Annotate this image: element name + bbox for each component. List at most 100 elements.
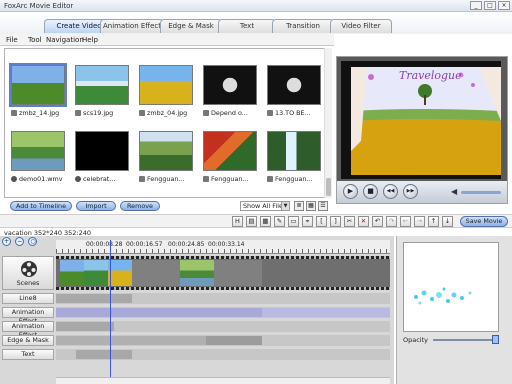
opacity-slider[interactable] xyxy=(433,339,497,341)
timeline-tool-button[interactable]: ⌖ xyxy=(302,216,313,227)
remove-button[interactable]: Remove xyxy=(120,201,160,211)
redo-icon[interactable]: ↷ xyxy=(386,216,397,227)
scenes-track-label: Scenes xyxy=(2,256,54,290)
animation-track-2[interactable] xyxy=(56,321,390,332)
track-clip[interactable] xyxy=(262,308,390,317)
mark-in-button[interactable]: [ xyxy=(316,216,327,227)
zoom-out-icon[interactable]: − xyxy=(15,237,25,246)
time-ruler[interactable]: 00:00:08.28 00:00:16.57 00:00:24.85 00:0… xyxy=(56,240,390,254)
import-button[interactable]: Import xyxy=(76,201,116,211)
track-clip[interactable] xyxy=(56,322,114,331)
video-icon xyxy=(11,176,17,182)
volume-slider[interactable] xyxy=(461,191,501,194)
film-perforation xyxy=(56,256,390,259)
main-tabs: Create Video Animation Effect Edge & Mas… xyxy=(0,12,512,34)
image-icon xyxy=(203,176,209,182)
mark-out-button[interactable]: ] xyxy=(330,216,341,227)
stop-button[interactable]: ■ xyxy=(363,184,378,199)
edit-icon[interactable]: ✎ xyxy=(274,216,285,227)
audio-icon xyxy=(203,110,209,116)
opacity-slider-handle[interactable] xyxy=(492,335,499,344)
view-thumbs-icon[interactable]: ▦ xyxy=(306,201,316,211)
zoom-in-icon[interactable]: + xyxy=(2,237,11,246)
tab-text[interactable]: Text xyxy=(218,19,276,33)
menu-navigation[interactable]: Navigation xyxy=(46,36,84,44)
zoom-fit-icon[interactable]: ○ xyxy=(28,237,38,246)
animation-track-1[interactable] xyxy=(56,307,390,318)
close-button[interactable]: × xyxy=(498,1,510,10)
media-thumb[interactable] xyxy=(9,63,67,107)
tab-transition[interactable]: Transition xyxy=(272,19,334,33)
track-clip[interactable] xyxy=(56,294,132,303)
timeline-tool-button[interactable]: ▭ xyxy=(288,216,299,227)
zoom-controls: + − ○ xyxy=(2,237,39,249)
delete-icon[interactable]: ✕ xyxy=(358,216,369,227)
track-clip[interactable] xyxy=(56,308,262,317)
scene-clip[interactable] xyxy=(60,260,84,286)
effect-preview xyxy=(403,242,499,332)
scrollbar-thumb[interactable] xyxy=(326,178,331,196)
track-clip[interactable] xyxy=(76,350,132,359)
tab-edge-mask[interactable]: Edge & Mask xyxy=(160,19,222,33)
media-thumb[interactable] xyxy=(267,65,321,105)
time-label: 00:00:24.85 xyxy=(168,241,205,248)
line-track[interactable] xyxy=(56,293,390,304)
track-clip[interactable] xyxy=(56,336,206,345)
move-up-icon[interactable]: ↑ xyxy=(428,216,439,227)
timeline-tool-button[interactable]: H xyxy=(232,216,243,227)
time-label: 00:00:08.28 xyxy=(86,241,123,248)
media-caption: zmbz_14.jpg xyxy=(11,109,77,119)
scenes-track[interactable] xyxy=(56,256,390,290)
media-caption: Fengguan... xyxy=(139,175,205,185)
library-scrollbar[interactable] xyxy=(324,48,332,198)
scene-clip[interactable] xyxy=(108,260,132,286)
view-details-icon[interactable]: ≣ xyxy=(294,201,304,211)
move-left-icon[interactable]: ← xyxy=(400,216,411,227)
menu-help[interactable]: Help xyxy=(82,36,98,44)
play-button[interactable]: ▶ xyxy=(343,184,358,199)
media-thumb[interactable] xyxy=(139,131,193,171)
scene-clip[interactable] xyxy=(180,260,214,286)
media-thumb[interactable] xyxy=(11,131,65,171)
media-thumb[interactable] xyxy=(203,65,257,105)
timeline-tool-button[interactable]: ▤ xyxy=(246,216,257,227)
track-clip[interactable] xyxy=(206,336,262,345)
undo-icon[interactable]: ↶ xyxy=(372,216,383,227)
media-thumb[interactable] xyxy=(139,65,193,105)
track-label-text: Text xyxy=(2,349,54,360)
media-caption: Depend o... xyxy=(203,109,269,119)
move-right-icon[interactable]: → xyxy=(414,216,425,227)
media-caption: zmbz_04.jpg xyxy=(139,109,205,119)
text-track[interactable] xyxy=(56,349,390,360)
timeline-scrollbar[interactable] xyxy=(56,377,390,384)
media-thumb[interactable] xyxy=(75,131,129,171)
rewind-button[interactable]: ◀◀ xyxy=(383,184,398,199)
menu-bar: File Tool Navigation Help xyxy=(0,34,334,46)
ruler-ticks xyxy=(56,249,390,253)
save-movie-button[interactable]: Save Movie xyxy=(460,216,508,227)
move-down-icon[interactable]: ↓ xyxy=(442,216,453,227)
effect-properties-panel: Opacity xyxy=(396,236,512,384)
track-label-edge-mask: Edge & Mask xyxy=(2,335,54,346)
audio-icon xyxy=(267,110,273,116)
maximize-button[interactable]: □ xyxy=(484,1,496,10)
file-filter-select[interactable]: Show All Files ▼ xyxy=(240,201,290,211)
edit-toolbar: H ▤ ▦ ✎ ▭ ⌖ [ ] ✂ ✕ ↶ ↷ ← → ↑ ↓ Save Mov… xyxy=(0,214,512,228)
menu-file[interactable]: File xyxy=(6,36,18,44)
scene-clip[interactable] xyxy=(84,260,108,286)
media-thumb[interactable] xyxy=(267,131,321,171)
playhead[interactable] xyxy=(110,240,111,384)
media-thumb[interactable] xyxy=(203,131,257,171)
timeline-tool-button[interactable]: ▦ xyxy=(260,216,271,227)
edge-mask-track[interactable] xyxy=(56,335,390,346)
forward-button[interactable]: ▶▶ xyxy=(403,184,418,199)
cut-icon[interactable]: ✂ xyxy=(344,216,355,227)
media-thumb[interactable] xyxy=(75,65,129,105)
view-list-icon[interactable]: ☰ xyxy=(318,201,328,211)
tab-animation-effect[interactable]: Animation Effect xyxy=(100,19,164,33)
menu-tool[interactable]: Tool xyxy=(28,36,42,44)
image-icon xyxy=(139,176,145,182)
tab-video-filter[interactable]: Video Filter xyxy=(330,19,392,33)
minimize-button[interactable]: _ xyxy=(470,1,482,10)
add-to-timeline-button[interactable]: Add to Timeline xyxy=(10,201,72,211)
